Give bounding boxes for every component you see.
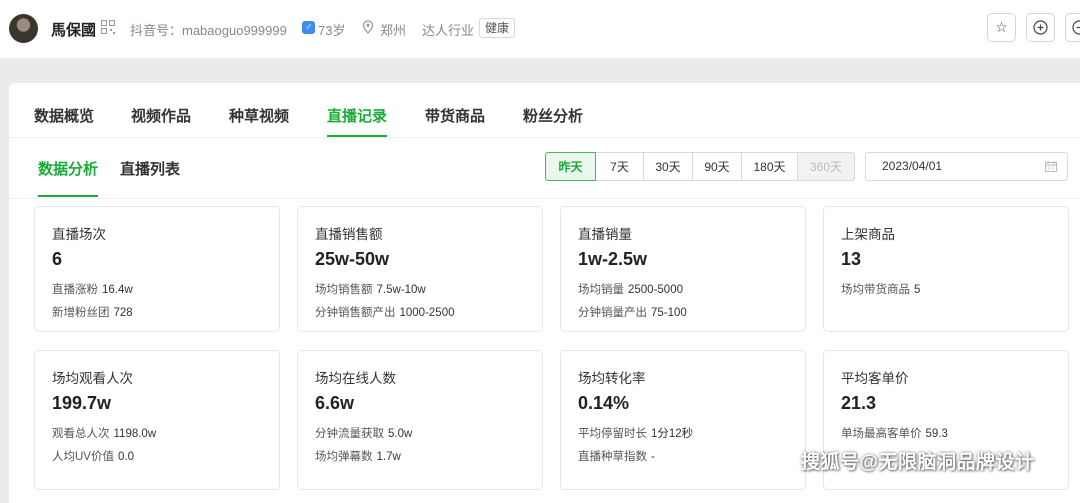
stat-row: 场均销量 2500-5000	[578, 284, 683, 296]
profile-name: 馬保國	[51, 22, 97, 39]
stat-row: 单场最高客单价 59.3	[841, 428, 948, 440]
range-360d: 360天	[797, 152, 855, 181]
stat-title: 上架商品	[841, 227, 895, 242]
stat-value: 6	[52, 249, 63, 269]
minus-circle-icon	[1072, 20, 1080, 35]
stat-row: 平均停留时长 1分12秒	[578, 428, 694, 440]
plus-circle-icon	[1033, 20, 1048, 35]
star-icon: ☆	[995, 19, 1008, 35]
stat-row: 场均销售额 7.5w-10w	[315, 284, 426, 296]
stat-row: 新增粉丝团 728	[52, 307, 133, 319]
subtab-live-list[interactable]: 直播列表	[120, 158, 180, 179]
profile-header: 馬保國 抖音号：mabaoguo999999 ♂ 73岁 郑州 达人行业 健康 …	[0, 0, 1080, 58]
location-pin-icon	[362, 20, 374, 34]
stat-card-listed-products[interactable]: 上架商品 13 场均带货商品 5	[823, 206, 1069, 332]
stat-value: 25w-50w	[315, 249, 390, 269]
main-tab-bar: 数据概览 视频作品 种草视频 直播记录 带货商品 粉丝分析	[9, 83, 1080, 138]
tab-products[interactable]: 带货商品	[425, 105, 485, 126]
range-yesterday[interactable]: 昨天	[545, 152, 596, 181]
range-30d[interactable]: 30天	[643, 152, 693, 181]
stat-card-live-sales[interactable]: 直播销售额 25w-50w 场均销售额 7.5w-10w 分钟销售额产出 1000-…	[297, 206, 543, 332]
stat-value: 21.3	[841, 393, 877, 413]
stat-title: 场均转化率	[578, 371, 646, 386]
stat-row: 场均弹幕数 1.7w	[315, 451, 401, 463]
remove-button[interactable]	[1065, 13, 1080, 42]
range-90d[interactable]: 90天	[692, 152, 742, 181]
tab-live-records[interactable]: 直播记录	[327, 105, 388, 137]
tab-data-overview[interactable]: 数据概览	[34, 105, 94, 126]
subtab-divider	[9, 198, 1080, 199]
stat-card-avg-viewers[interactable]: 场均观看人次 199.7w 观看总人次 1198.0w 人均UV价值 0.0	[34, 350, 280, 490]
stat-title: 直播销量	[578, 227, 632, 242]
range-7d[interactable]: 7天	[595, 152, 644, 181]
tab-video-works[interactable]: 视频作品	[131, 105, 191, 126]
douyin-id: 抖音号：mabaoguo999999	[130, 23, 287, 38]
stat-row: 场均带货商品 5	[841, 284, 921, 296]
stat-title: 直播场次	[52, 227, 106, 242]
add-button[interactable]	[1026, 13, 1055, 42]
watermark: 搜狐号@无限脑洞品牌设计	[801, 452, 1035, 473]
tab-seeding-videos[interactable]: 种草视频	[229, 105, 289, 126]
favorite-button[interactable]: ☆	[987, 13, 1016, 42]
stat-title: 平均客单价	[841, 371, 909, 386]
stat-value: 0.14%	[578, 393, 630, 413]
stat-card-avg-online[interactable]: 场均在线人数 6.6w 分钟流量获取 5.0w 场均弹幕数 1.7w	[297, 350, 543, 490]
tab-fan-analysis[interactable]: 粉丝分析	[523, 105, 583, 126]
date-range-selector: 昨天 7天 30天 90天 180天 360天	[545, 152, 855, 181]
stat-card-live-volume[interactable]: 直播销量 1w-2.5w 场均销量 2500-5000 分钟销量产出 75-100	[560, 206, 806, 332]
category-tag[interactable]: 健康	[479, 18, 516, 38]
subtab-data-analysis[interactable]: 数据分析	[38, 158, 99, 197]
stat-value: 13	[841, 249, 862, 269]
stat-row: 人均UV价值 0.0	[52, 451, 134, 463]
qr-code-icon[interactable]	[101, 20, 115, 34]
stat-row: 观看总人次 1198.0w	[52, 428, 157, 440]
stat-card-conversion[interactable]: 场均转化率 0.14% 平均停留时长 1分12秒 直播种草指数 -	[560, 350, 806, 490]
age-label: 73岁	[318, 23, 346, 38]
stat-card-live-sessions[interactable]: 直播场次 6 直播涨粉 16.4w 新增粉丝团 728	[34, 206, 280, 332]
stat-value: 199.7w	[52, 393, 112, 413]
stat-title: 直播销售额	[315, 227, 383, 242]
range-180d[interactable]: 180天	[741, 152, 798, 181]
date-value: 2023/04/01	[882, 159, 943, 173]
stat-row: 直播种草指数 -	[578, 451, 655, 463]
avatar[interactable]	[9, 14, 38, 43]
calendar-icon	[1045, 161, 1057, 172]
stat-value: 6.6w	[315, 393, 355, 413]
stat-row: 分钟销量产出 75-100	[578, 307, 687, 319]
industry-label: 达人行业	[422, 23, 475, 38]
stat-row: 分钟销售额产出 1000-2500	[315, 307, 455, 319]
stat-title: 场均在线人数	[315, 371, 396, 386]
date-picker[interactable]: 2023/04/01	[865, 152, 1068, 181]
stat-value: 1w-2.5w	[578, 249, 648, 269]
stat-title: 场均观看人次	[52, 371, 133, 386]
city-label: 郑州	[380, 23, 407, 38]
male-icon: ♂	[302, 21, 315, 34]
stat-row: 直播涨粉 16.4w	[52, 284, 133, 296]
stat-row: 分钟流量获取 5.0w	[315, 428, 413, 440]
